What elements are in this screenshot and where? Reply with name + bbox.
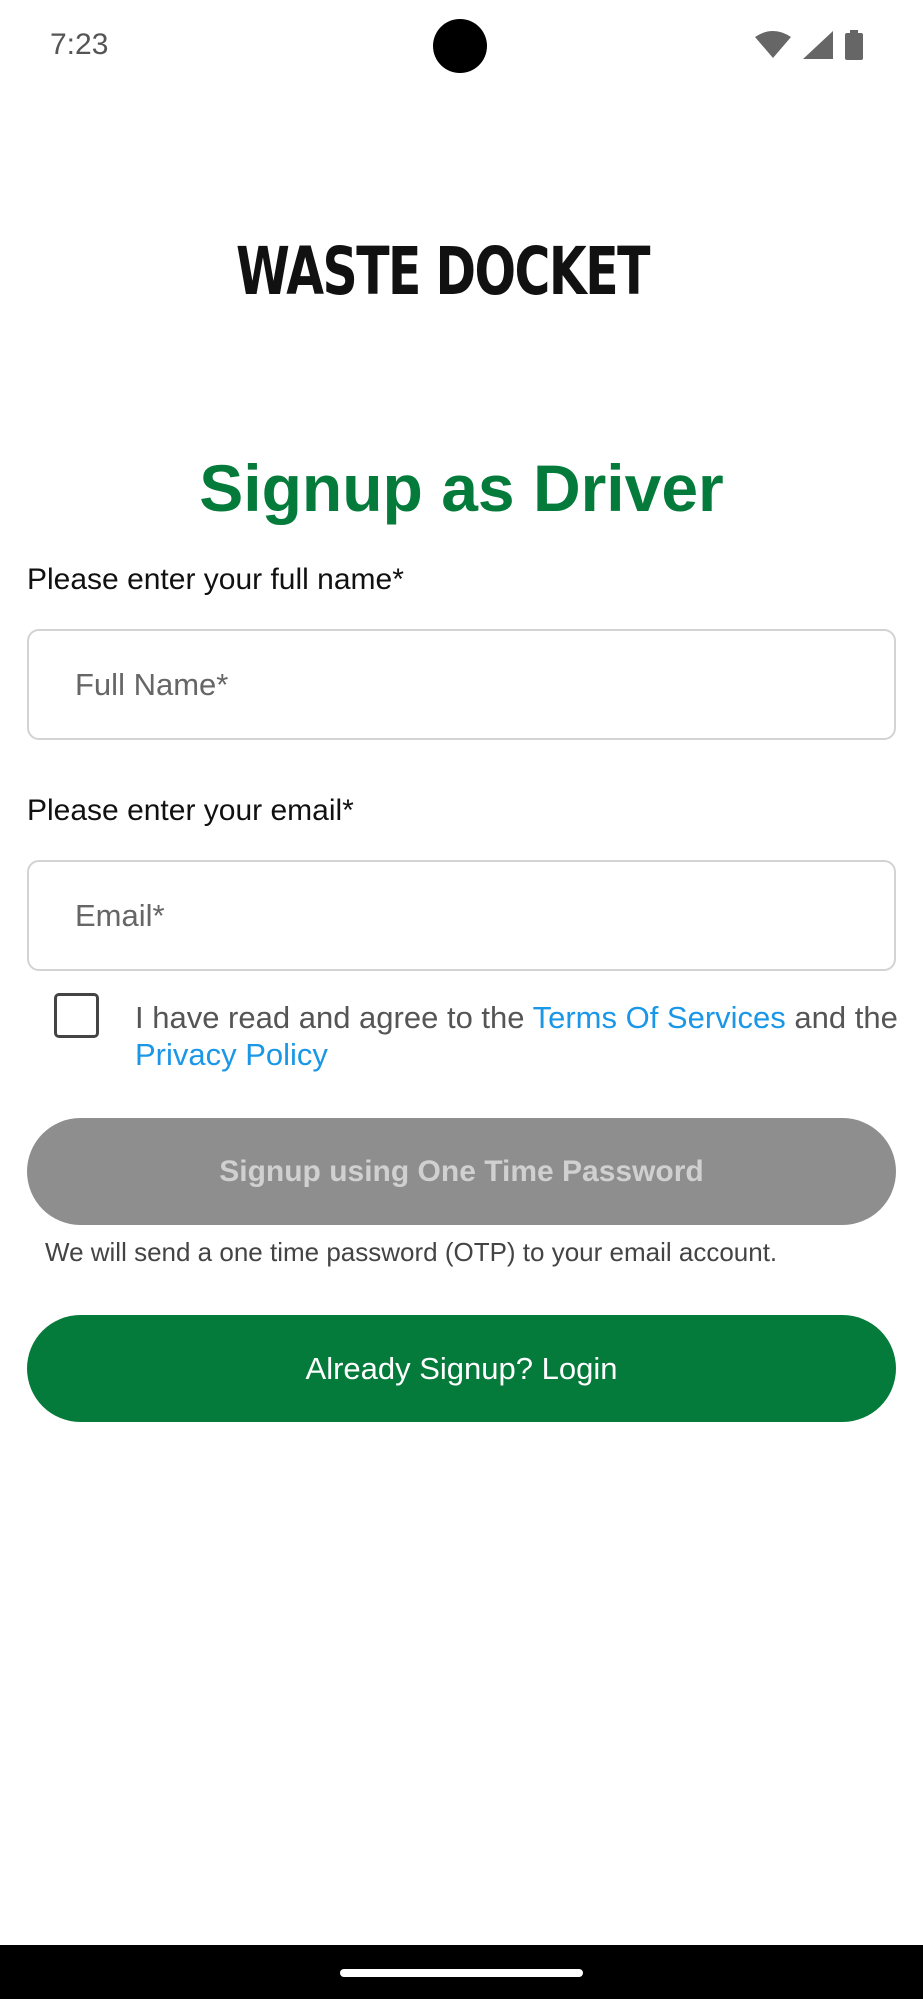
- email-label: Please enter your email*: [27, 794, 354, 827]
- wifi-icon: [755, 31, 791, 58]
- page-title: Signup as Driver: [199, 451, 724, 525]
- signup-otp-button[interactable]: Signup using One Time Password: [27, 1118, 896, 1225]
- full-name-input[interactable]: [27, 629, 896, 740]
- camera-cutout: [433, 19, 487, 73]
- home-indicator[interactable]: [340, 1969, 583, 1977]
- app-logo: WASTE DOCKET: [228, 218, 698, 324]
- signal-icon: [803, 31, 833, 59]
- agreement-text: I have read and agree to the Terms Of Se…: [135, 999, 905, 1073]
- status-bar: 7:23: [0, 0, 923, 95]
- full-name-label: Please enter your full name*: [27, 563, 404, 596]
- otp-note: We will send a one time password (OTP) t…: [45, 1237, 778, 1267]
- status-icons: [755, 30, 863, 60]
- agree-checkbox[interactable]: [54, 993, 99, 1038]
- status-time: 7:23: [50, 28, 109, 61]
- logo-text: WASTE DOCKET: [236, 232, 650, 310]
- battery-icon: [845, 30, 863, 60]
- terms-of-service-link[interactable]: Terms Of Services: [533, 1000, 786, 1035]
- agreement-text-middle: and the: [785, 1000, 916, 1035]
- agreement-text-start: I have read and agree to the: [135, 1000, 533, 1035]
- privacy-policy-link[interactable]: Privacy Policy: [135, 1037, 328, 1072]
- email-input[interactable]: [27, 860, 896, 971]
- login-button[interactable]: Already Signup? Login: [27, 1315, 896, 1422]
